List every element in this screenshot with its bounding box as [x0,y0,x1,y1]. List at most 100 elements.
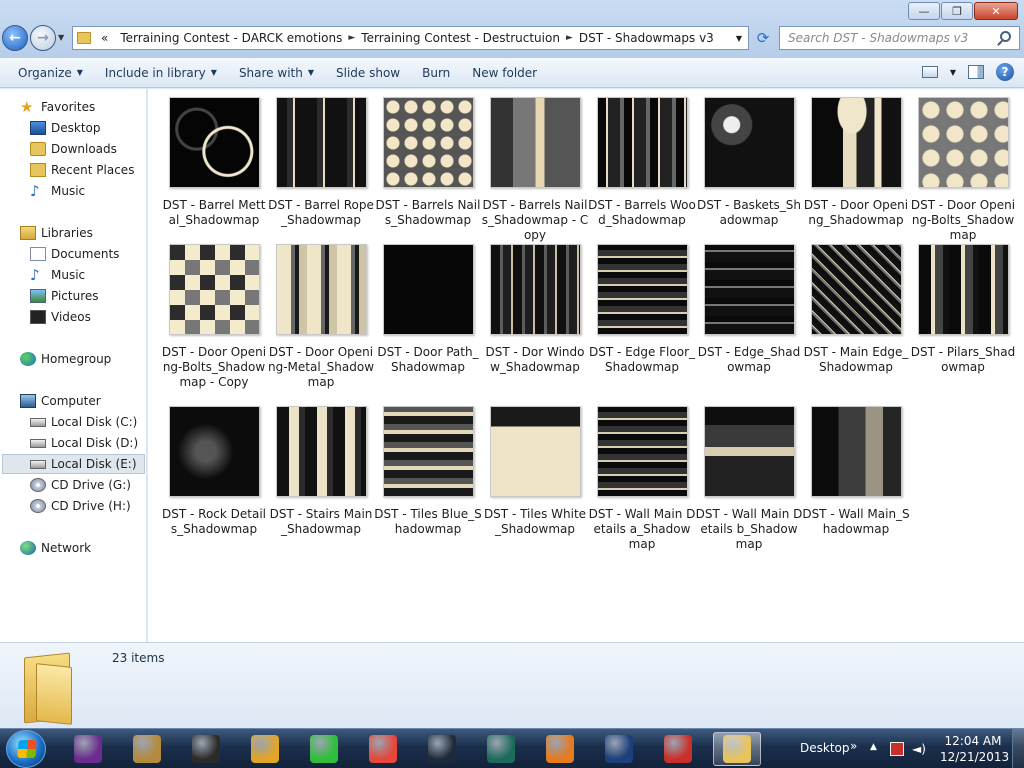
arrow-left-icon: ← [9,30,21,46]
taskbar-app-firefox[interactable] [536,732,584,766]
nav-music-favorite[interactable]: ♪ Music [30,181,85,201]
taskbar-app-quill-app[interactable] [123,732,171,766]
file-item[interactable]: DST - Barrel Rope_Shadowmap [267,97,375,228]
taskbar-app-explorer[interactable] [713,732,761,766]
file-item[interactable]: DST - Wall Main Details a_Shadowmap [588,406,696,552]
nav-videos[interactable]: Videos [30,307,91,327]
chevron-down-icon[interactable]: ▼ [950,68,956,77]
slide-show-button[interactable]: Slide show [328,66,408,80]
nav-favorites[interactable]: ★ Favorites [20,97,95,117]
file-item[interactable]: DST - Tiles Blue_Shadowmap [374,406,482,537]
file-item[interactable]: DST - Wall Main_Shadowmap [802,406,910,537]
file-item[interactable]: DST - Door Opening-Metal_Shadowmap [267,244,375,390]
image-thumbnail [810,406,902,497]
file-item[interactable]: DST - Barrels Wood_Shadowmap [588,97,696,228]
file-item[interactable]: DST - Baskets_Shadowmap [695,97,803,228]
nav-libraries[interactable]: Libraries [20,223,93,243]
taskbar-app-photoshop[interactable] [595,732,643,766]
nav-desktop[interactable]: Desktop [30,118,101,138]
minimize-button[interactable]: — [908,2,940,20]
volume-icon[interactable]: ◄) [912,742,926,756]
chevron-right-icon[interactable]: ► [348,33,355,43]
file-item[interactable]: DST - Pilars_Shadowmap [909,244,1017,375]
image-thumbnail [382,244,474,335]
include-in-library-button[interactable]: Include in library ▼ [97,66,225,80]
show-desktop-button[interactable] [1012,729,1024,768]
file-name: DST - Stairs Main_Shadowmap [269,507,373,536]
breadcrumb-item[interactable]: Terraining Contest - DARCK emotions [120,31,342,45]
nav-disk-e[interactable]: Local Disk (E:) [2,454,145,474]
file-item[interactable]: DST - Rock Details_Shadowmap [160,406,268,537]
file-item[interactable]: DST - Edge_Shadowmap [695,244,803,375]
file-item[interactable]: DST - Barrel Mettal_Shadowmap [160,97,268,228]
hard-disk-icon [30,459,46,469]
organize-button[interactable]: Organize ▼ [10,66,91,80]
file-item[interactable]: DST - Door Opening_Shadowmap [802,97,910,228]
taskbar-app-eye-app[interactable] [241,732,289,766]
nav-recent-places[interactable]: Recent Places [30,160,134,180]
share-with-button[interactable]: Share with ▼ [231,66,322,80]
nav-downloads[interactable]: Downloads [30,139,117,159]
forward-button[interactable]: → [30,25,56,51]
preview-pane-icon[interactable] [968,65,984,79]
folder-icon [77,32,91,44]
nav-documents[interactable]: Documents [30,244,119,264]
back-button[interactable]: ← [2,25,28,51]
image-thumbnail [275,244,367,335]
refresh-icon[interactable]: ⟳ [752,26,774,50]
breadcrumb-item[interactable]: Terraining Contest - Destructuion [361,31,560,45]
taskbar-app-chrome[interactable] [359,732,407,766]
taskbar-app-steam-like[interactable] [477,732,525,766]
address-bar[interactable]: « Terraining Contest - DARCK emotions ► … [72,26,749,50]
file-item[interactable]: DST - Barrels Nails_Shadowmap - Copy [481,97,589,243]
nav-music[interactable]: ♪ Music [30,265,85,285]
nav-disk-d[interactable]: Local Disk (D:) [30,433,138,453]
breadcrumb-item[interactable]: DST - Shadowmaps v3 [579,31,714,45]
taskbar-app-green-app[interactable] [300,732,348,766]
image-thumbnail [275,97,367,188]
search-input[interactable]: Search DST - Shadowmaps v3 [779,26,1020,50]
chevron-right-icon[interactable]: ► [566,33,573,43]
file-item[interactable]: DST - Tiles White_Shadowmap [481,406,589,537]
tray-overflow-icon[interactable]: ▲ [870,742,884,756]
file-item[interactable]: DST - Wall Main Details b_Shadowmap [695,406,803,552]
taskbar-app-fan-app[interactable] [418,732,466,766]
chevron-down-icon[interactable]: ▼ [736,34,742,43]
system-clock[interactable]: 12:04 AM 12/21/2013 [940,733,1009,765]
breadcrumb-overflow[interactable]: « [101,31,108,45]
maximize-button[interactable]: ❐ [941,2,973,20]
nav-computer[interactable]: Computer [20,391,101,411]
taskbar-app-vlc-like-purple[interactable] [64,732,112,766]
search-icon[interactable] [1000,31,1011,42]
file-item[interactable]: DST - Barrels Nails_Shadowmap [374,97,482,228]
taskbar-app-chip-app[interactable] [182,732,230,766]
file-item[interactable]: DST - Dor Window_Shadowmap [481,244,589,375]
file-item[interactable]: DST - Edge Floor_Shadowmap [588,244,696,375]
file-name: DST - Dor Window_Shadowmap [485,345,585,374]
file-name: DST - Edge Floor_Shadowmap [588,345,695,374]
toolbar-expand-icon[interactable]: » [850,739,857,753]
file-item[interactable]: DST - Door Opening-Bolts_Shadowmap [909,97,1017,243]
help-icon[interactable]: ? [996,63,1014,81]
change-view-icon[interactable] [921,66,938,78]
file-item[interactable]: DST - Door Opening-Bolts_Shadowmap - Cop… [160,244,268,390]
nav-pictures[interactable]: Pictures [30,286,99,306]
file-item[interactable]: DST - Main Edge_Shadowmap [802,244,910,375]
nav-network[interactable]: Network [20,538,91,558]
nav-homegroup[interactable]: Homegroup [20,349,111,369]
file-item[interactable]: DST - Stairs Main_Shadowmap [267,406,375,537]
nav-disk-c[interactable]: Local Disk (C:) [30,412,137,432]
file-item[interactable]: DST - Door Path_Shadowmap [374,244,482,375]
taskbar-app-camera-app[interactable] [654,732,702,766]
new-folder-button[interactable]: New folder [464,66,545,80]
start-button[interactable] [6,730,46,768]
recent-pages-dropdown[interactable]: ▼ [58,33,64,42]
network-status-icon[interactable] [890,742,904,756]
nav-cd-g[interactable]: CD Drive (G:) [30,475,131,495]
desktop-toolbar-label[interactable]: Desktop [800,741,850,755]
file-name: DST - Door Path_Shadowmap [377,345,479,374]
burn-button[interactable]: Burn [414,66,458,80]
desktop-icon [30,121,46,135]
close-button[interactable]: ✕ [974,2,1018,20]
nav-cd-h[interactable]: CD Drive (H:) [30,496,131,516]
